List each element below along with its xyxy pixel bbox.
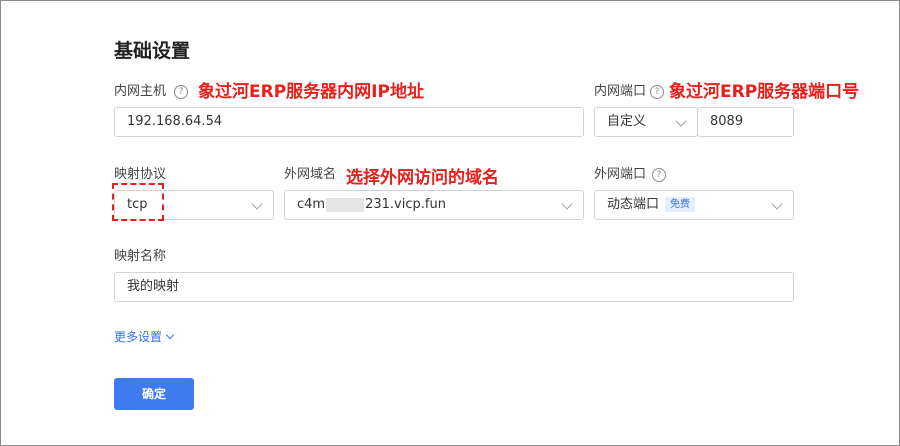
chevron-down-icon (675, 115, 687, 127)
section-title: 基础设置 (114, 40, 191, 62)
internal-port-label: 内网端口? (594, 80, 665, 99)
external-domain-select[interactable]: c4m 231.vicp.fun (284, 190, 584, 220)
external-domain-annotation: 选择外网访问的域名 (346, 168, 499, 188)
more-settings-link[interactable]: 更多设置 (114, 328, 175, 345)
internal-port-annotation: 象过河ERP服务器端口号 (669, 82, 860, 102)
internal-port-input[interactable]: 8089 (697, 107, 794, 137)
external-port-select[interactable]: 动态端口 免费 (594, 190, 794, 220)
internal-host-label-text: 内网主机 (114, 84, 167, 99)
more-settings-label: 更多设置 (114, 330, 163, 344)
redaction-blur (326, 197, 365, 212)
internal-host-label: 内网主机? (114, 80, 189, 99)
mapping-name-input[interactable]: 我的映射 (114, 272, 794, 302)
internal-host-input[interactable]: 192.168.64.54 (114, 107, 584, 137)
confirm-button[interactable]: 确定 (114, 378, 194, 410)
external-domain-label: 外网域名 (284, 167, 337, 182)
external-domain-suffix: 231.vicp.fun (365, 197, 446, 212)
chevron-down-icon (561, 198, 573, 210)
external-port-label-text: 外网端口 (594, 167, 647, 182)
mapping-name-label: 映射名称 (114, 249, 167, 264)
external-domain-prefix: c4m (297, 197, 326, 212)
internal-port-label-text: 内网端口 (594, 84, 647, 99)
chevron-down-icon (251, 198, 263, 210)
internal-port-mode-select[interactable]: 自定义 (594, 107, 698, 137)
chevron-down-icon (165, 330, 175, 340)
external-port-value: 动态端口 (607, 197, 660, 212)
question-circle-icon[interactable]: ? (650, 84, 665, 99)
protocol-label: 映射协议 (114, 167, 167, 182)
internal-port-mode-value: 自定义 (607, 114, 647, 129)
protocol-highlight-box (112, 183, 164, 221)
internal-host-annotation: 象过河ERP服务器内网IP地址 (198, 82, 424, 102)
external-port-label: 外网端口? (594, 163, 667, 182)
free-badge: 免费 (665, 197, 696, 212)
chevron-down-icon (771, 198, 783, 210)
question-circle-icon[interactable]: ? (174, 84, 189, 99)
question-circle-icon[interactable]: ? (652, 167, 667, 182)
